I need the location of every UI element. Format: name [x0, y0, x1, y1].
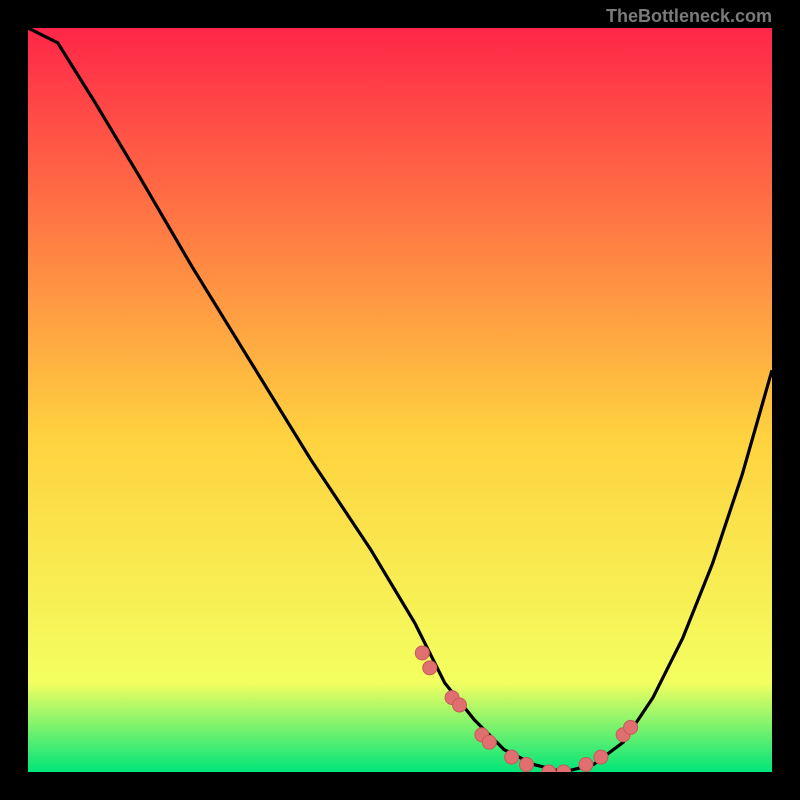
- data-point: [579, 758, 593, 772]
- data-point: [594, 750, 608, 764]
- data-point: [624, 720, 638, 734]
- data-point: [482, 735, 496, 749]
- attribution-text: TheBottleneck.com: [606, 6, 772, 27]
- data-point: [505, 750, 519, 764]
- data-point: [415, 646, 429, 660]
- bottleneck-chart: [28, 28, 772, 772]
- data-point: [453, 698, 467, 712]
- data-point: [423, 661, 437, 675]
- gradient-background: [28, 28, 772, 772]
- data-point: [519, 758, 533, 772]
